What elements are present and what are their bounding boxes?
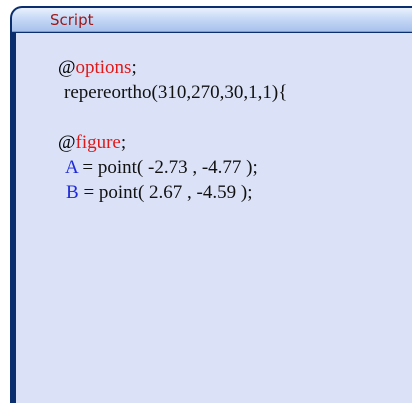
script-window: Script @options; repereortho(310,270,30,…: [0, 0, 412, 403]
panel-header[interactable]: Script: [12, 8, 412, 32]
variable-name: B: [66, 182, 79, 203]
code-line-point-b: B = point( 2.67 , -4.59 );: [28, 160, 252, 226]
assignment-expression: = point( 2.67 , -4.59 );: [78, 182, 253, 203]
script-editor[interactable]: @options; repereortho(310,270,30,1,1){ @…: [16, 33, 412, 403]
script-panel: Script @options; repereortho(310,270,30,…: [10, 6, 412, 403]
panel-title: Script: [50, 11, 94, 29]
code-text: repereortho(310,270,30,1,1){: [64, 82, 288, 103]
